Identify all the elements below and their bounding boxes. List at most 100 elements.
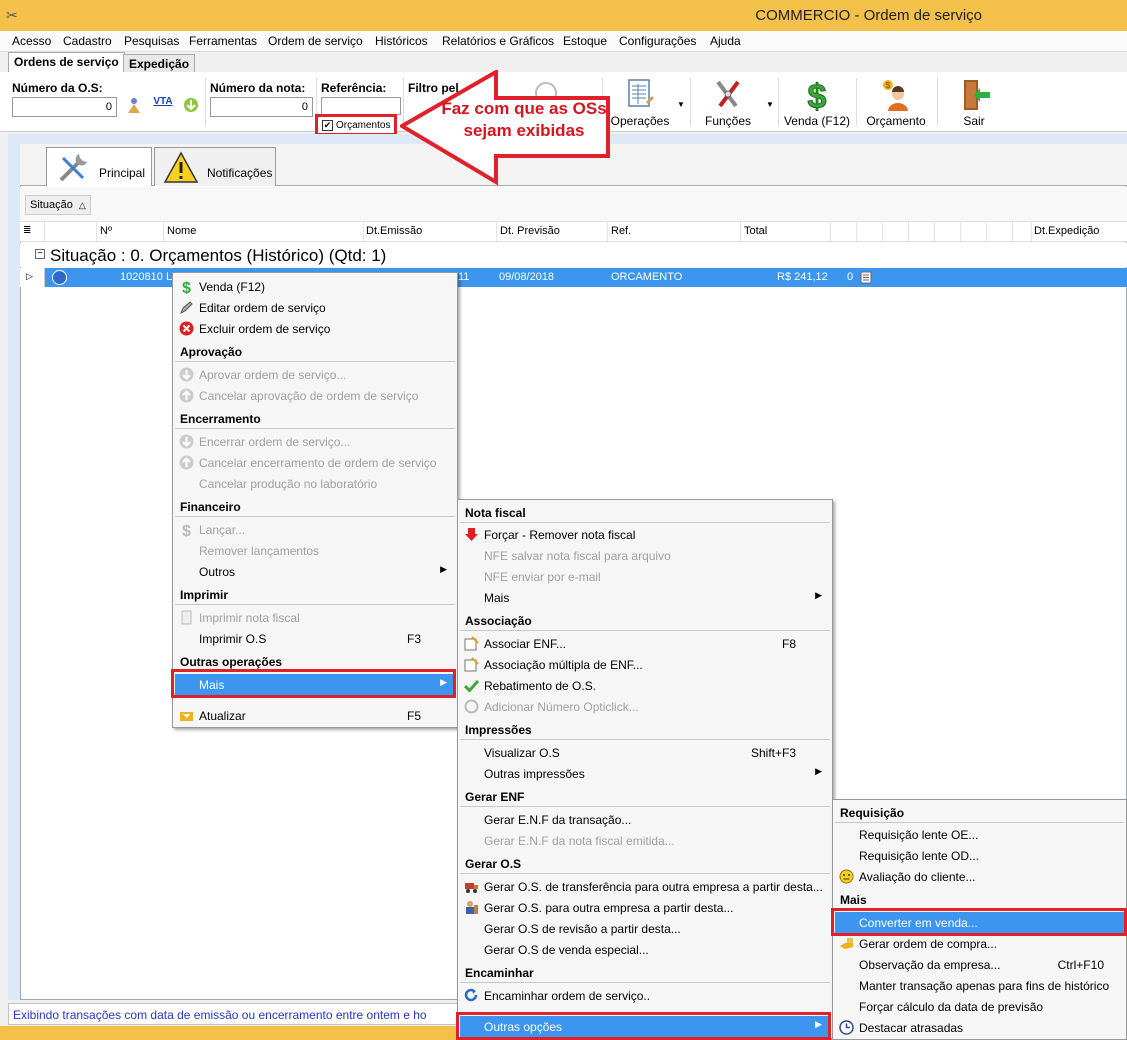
referencia-input[interactable] bbox=[321, 97, 401, 115]
tab-principal[interactable]: Principal bbox=[46, 147, 152, 186]
cell-total: R$ 241,12 bbox=[777, 271, 828, 283]
svg-text:$: $ bbox=[886, 81, 891, 90]
person-icon[interactable] bbox=[125, 96, 143, 114]
purchase-hand-icon bbox=[840, 938, 853, 949]
sair-button[interactable]: Sair bbox=[950, 78, 998, 128]
tab-expedicao[interactable]: Expedição bbox=[123, 54, 196, 73]
tools-icon bbox=[716, 80, 740, 108]
submenu2-section-mais: Mais bbox=[835, 889, 1124, 910]
operacoes-button[interactable]: Operações bbox=[608, 78, 672, 128]
funcoes-label: Funções bbox=[704, 114, 752, 128]
submenu-item-os-especial[interactable]: Gerar O.S de venda especial... bbox=[460, 939, 830, 960]
orcamento-button[interactable]: $ Orçamento bbox=[862, 78, 930, 128]
submenu2-item-avaliacao[interactable]: Avaliação do cliente... bbox=[835, 866, 1124, 887]
menu-section-encerramento: Encerramento bbox=[175, 408, 455, 429]
submenu-section-encaminhar: Encaminhar bbox=[460, 962, 830, 983]
menu-acesso[interactable]: Acesso bbox=[12, 34, 51, 48]
menu-item-lancar: $ Lançar... bbox=[175, 519, 455, 540]
submenu-item-encaminhar-os[interactable]: Encaminhar ordem de serviço.. bbox=[460, 985, 830, 1006]
group-chip-situacao[interactable]: Situação △ bbox=[25, 195, 91, 215]
tab-principal-label: Principal bbox=[99, 166, 146, 180]
menu-historicos[interactable]: Históricos bbox=[375, 34, 428, 48]
download-icon[interactable] bbox=[182, 96, 200, 114]
status-info-icon bbox=[52, 270, 67, 285]
submenu-item-forcar[interactable]: Forçar - Remover nota fiscal bbox=[460, 524, 830, 545]
document-tabs: Ordens de serviço Expedição bbox=[0, 52, 1127, 73]
submenu2-item-ordem-compra[interactable]: Gerar ordem de compra... bbox=[835, 933, 1124, 954]
submenu-item-outras-impressoes[interactable]: Outras impressões ▶ bbox=[460, 763, 830, 784]
menu-ordem-servico[interactable]: Ordem de serviço bbox=[268, 34, 363, 48]
callout-text: Faz com que as OSs sejam exibidas bbox=[441, 99, 607, 140]
menu-item-atualizar[interactable]: Atualizar F5 bbox=[175, 705, 455, 726]
associate-icon bbox=[464, 636, 479, 651]
submenu-section-gerar-enf: Gerar ENF bbox=[460, 786, 830, 807]
os-number-label: Número da O.S: bbox=[12, 81, 103, 95]
orcamentos-checkbox-box[interactable]: ✔ bbox=[322, 119, 333, 131]
submenu-item-enf-nota: Gerar E.N.F da nota fiscal emitida... bbox=[484, 834, 675, 848]
submenu2-item-req-od[interactable]: Requisição lente OD... bbox=[835, 845, 1124, 866]
collapse-toggle-icon[interactable]: − bbox=[35, 249, 45, 259]
submenu-item-rebatimento[interactable]: Rebatimento de O.S. bbox=[460, 675, 830, 696]
orcamentos-checkbox[interactable]: ✔ Orçamentos bbox=[315, 114, 398, 136]
menu-item-venda[interactable]: $ Venda (F12) bbox=[175, 276, 455, 297]
submenu2-item-destacar-atrasadas[interactable]: Destacar atrasadas bbox=[835, 1017, 1124, 1038]
document-table-icon bbox=[628, 79, 654, 107]
row-selector-icon[interactable]: ▷ bbox=[20, 268, 45, 287]
col-nome[interactable]: Nome bbox=[167, 225, 196, 237]
funcoes-dropdown-icon[interactable]: ▼ bbox=[766, 100, 774, 109]
menu-item-remover-lancamentos: Remover lançamentos bbox=[199, 544, 320, 558]
menu-configuracoes[interactable]: Configurações bbox=[619, 34, 696, 48]
menu-pesquisas[interactable]: Pesquisas bbox=[124, 34, 179, 48]
referencia-label: Referência: bbox=[321, 81, 387, 95]
submenu-item-associar-enf[interactable]: Associar ENF... F8 bbox=[460, 633, 830, 654]
submenu-item-os-transferencia[interactable]: Gerar O.S. de transferência para outra e… bbox=[460, 876, 830, 897]
submenu-item-associacao-multipla[interactable]: Associação múltipla de ENF... bbox=[460, 654, 830, 675]
submenu-item-os-outra-empresa[interactable]: Gerar O.S. para outra empresa a partir d… bbox=[460, 897, 830, 918]
group-row[interactable]: − Situação : 0. Orçamentos (Histórico) (… bbox=[20, 243, 1127, 267]
svg-text:$: $ bbox=[808, 78, 827, 112]
col-dt-expedicao[interactable]: Dt.Expedição bbox=[1034, 225, 1099, 237]
menu-ferramentas[interactable]: Ferramentas bbox=[189, 34, 257, 48]
venda-label: Venda (F12) bbox=[783, 114, 851, 128]
tab-ordens-servico[interactable]: Ordens de serviço bbox=[8, 52, 125, 73]
menu-item-excluir[interactable]: Excluir ordem de serviço bbox=[175, 318, 455, 339]
menu-estoque[interactable]: Estoque bbox=[563, 34, 607, 48]
menu-item-imprimir-os[interactable]: Imprimir O.S F3 bbox=[175, 628, 455, 649]
submenu-mais: Nota fiscal Forçar - Remover nota fiscal… bbox=[457, 499, 833, 1039]
submenu-item-visualizar[interactable]: Visualizar O.S Shift+F3 bbox=[460, 742, 830, 763]
print-icon bbox=[181, 610, 192, 625]
submenu-section-gerar-os: Gerar O.S bbox=[460, 853, 830, 874]
funcoes-button[interactable]: Funções bbox=[700, 78, 756, 128]
menu-section-financeiro: Financeiro bbox=[175, 496, 455, 517]
submenu-item-mais[interactable]: Mais ▶ bbox=[460, 587, 830, 608]
submenu2-item-manter-historico[interactable]: Manter transação apenas para fins de his… bbox=[835, 975, 1124, 996]
menu-item-outros[interactable]: Outros ▶ bbox=[175, 561, 455, 582]
submenu2-item-observacao[interactable]: Observação da empresa... Ctrl+F10 bbox=[835, 954, 1124, 975]
col-ref[interactable]: Ref. bbox=[611, 225, 631, 237]
menu-item-cancelar-aprovacao: Cancelar aprovação de ordem de serviço bbox=[175, 385, 455, 406]
submenu2-item-req-oe[interactable]: Requisição lente OE... bbox=[835, 824, 1124, 845]
column-chooser-icon[interactable]: ≣ bbox=[23, 225, 31, 236]
venda-button[interactable]: $ Venda (F12) bbox=[783, 78, 851, 128]
cell-numero: 1020810 bbox=[120, 271, 163, 283]
col-numero[interactable]: Nº bbox=[100, 225, 112, 237]
submenu-item-os-revisao[interactable]: Gerar O.S de revisão a partir desta... bbox=[460, 918, 830, 939]
vta-icon[interactable]: VTA bbox=[153, 96, 173, 114]
menu-item-aprovar: Aprovar ordem de serviço... bbox=[175, 364, 455, 385]
menu-relatorios[interactable]: Relatórios e Gráficos bbox=[442, 34, 554, 48]
operacoes-dropdown-icon[interactable]: ▼ bbox=[677, 100, 685, 109]
col-dt-previsao[interactable]: Dt. Previsão bbox=[500, 225, 560, 237]
dollar-icon: $ bbox=[807, 78, 827, 112]
submenu-item-enf-transacao[interactable]: Gerar E.N.F da transação... bbox=[460, 809, 830, 830]
col-dt-emissao[interactable]: Dt.Emissão bbox=[366, 225, 422, 237]
menu-cadastro[interactable]: Cadastro bbox=[63, 34, 112, 48]
os-number-input[interactable]: 0 bbox=[12, 97, 117, 117]
menu-ajuda[interactable]: Ajuda bbox=[710, 34, 741, 48]
opticlick-icon bbox=[464, 699, 479, 714]
tab-notificacoes[interactable]: Notificações bbox=[154, 147, 276, 186]
menu-item-editar[interactable]: Editar ordem de serviço bbox=[175, 297, 455, 318]
col-total[interactable]: Total bbox=[744, 225, 767, 237]
submenu2-item-forcar-calculo[interactable]: Forçar cálculo da data de previsão bbox=[835, 996, 1124, 1017]
nota-number-input[interactable]: 0 bbox=[210, 97, 313, 117]
submenu-item-nfe-salvar: NFE salvar nota fiscal para arquivo bbox=[484, 549, 671, 563]
